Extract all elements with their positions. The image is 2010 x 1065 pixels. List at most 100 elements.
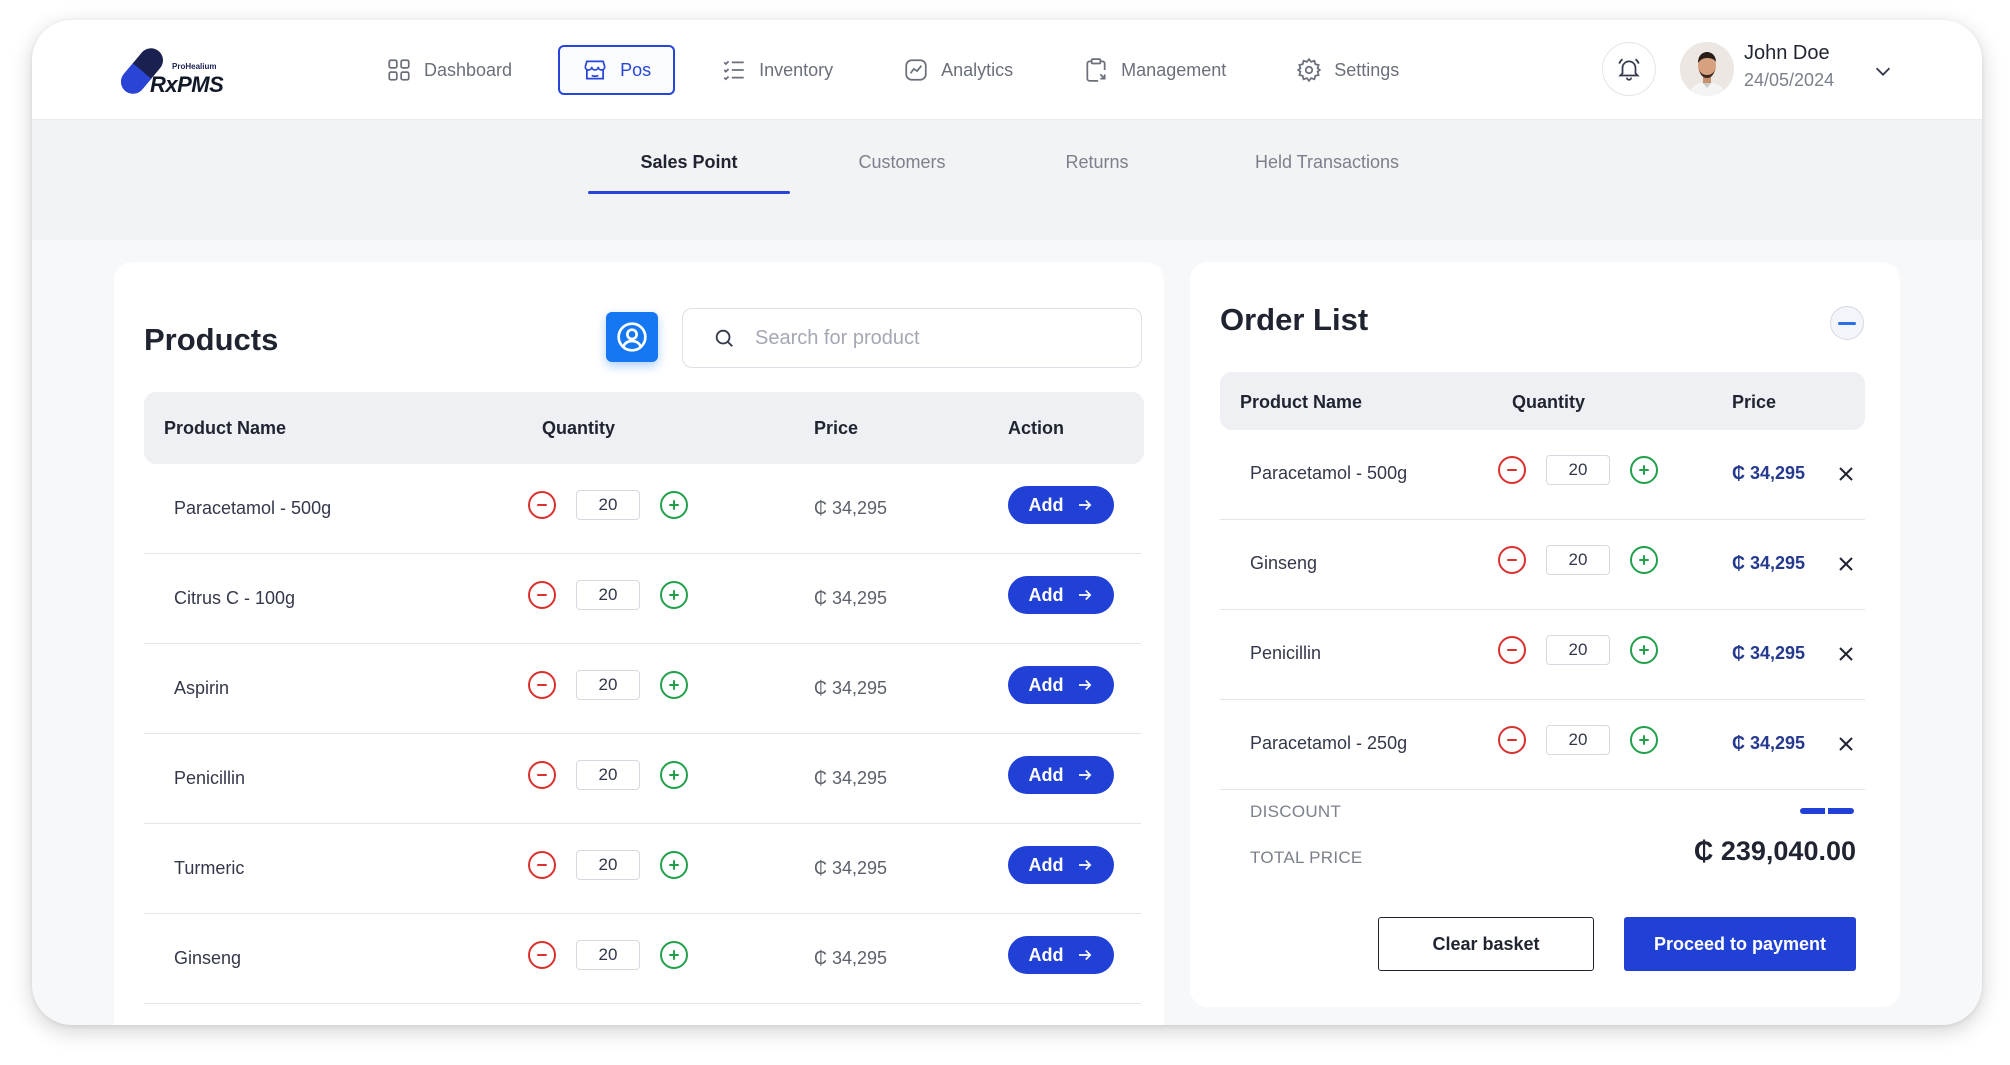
notifications-button[interactable] [1602, 42, 1656, 96]
brand-tagline: ProHealium [172, 62, 217, 71]
app-logo[interactable]: ProHealium RxPMS [112, 40, 232, 100]
decrease-quantity-button[interactable] [1498, 546, 1526, 574]
nav-settings[interactable]: Settings [1272, 45, 1423, 95]
quantity-stepper [1498, 635, 1658, 665]
increase-quantity-button[interactable] [660, 941, 688, 969]
product-price: ₵ 34,295 [814, 948, 888, 968]
add-button-label: Add [1028, 944, 1064, 965]
collapse-button[interactable] [1830, 306, 1864, 340]
quantity-input[interactable] [576, 760, 640, 790]
order-list-panel: Order List Product Name Quantity Price P… [1190, 262, 1900, 1007]
add-to-order-button[interactable]: Add [1008, 486, 1114, 524]
nav-dashboard[interactable]: Dashboard [362, 45, 536, 95]
arrow-right-icon [1078, 769, 1091, 781]
quantity-input[interactable] [576, 490, 640, 520]
product-price: ₵ 34,295 [814, 498, 888, 518]
increase-quantity-button[interactable] [660, 581, 688, 609]
column-header: Price [814, 418, 859, 438]
decrease-quantity-button[interactable] [528, 851, 556, 879]
decrease-quantity-button[interactable] [528, 671, 556, 699]
order-row: Ginseng ₵ 34,295 [1220, 520, 1865, 610]
close-icon[interactable] [1836, 554, 1856, 574]
decrease-quantity-button[interactable] [528, 941, 556, 969]
select-customer-button[interactable] [606, 312, 658, 362]
nav-pos[interactable]: Pos [558, 45, 676, 95]
decrease-quantity-button[interactable] [528, 761, 556, 789]
quantity-input[interactable] [576, 580, 640, 610]
decrease-quantity-button[interactable] [1498, 456, 1526, 484]
search-input[interactable] [755, 326, 1115, 350]
decrease-quantity-button[interactable] [1498, 636, 1526, 664]
increase-quantity-button[interactable] [660, 491, 688, 519]
decrease-quantity-button[interactable] [1498, 726, 1526, 754]
add-to-order-button[interactable]: Add [1008, 756, 1114, 794]
nav-management[interactable]: Management [1059, 45, 1250, 95]
nav-label: Inventory [759, 59, 834, 80]
increase-quantity-button[interactable] [660, 851, 688, 879]
arrow-right-icon [1078, 499, 1091, 511]
add-button-label: Add [1028, 674, 1064, 695]
nav-inventory[interactable]: Inventory [697, 45, 857, 95]
column-header: Price [1732, 392, 1777, 412]
order-product-name: Penicillin [1250, 643, 1322, 663]
decrease-quantity-button[interactable] [528, 581, 556, 609]
app-window: ProHealium RxPMS Dashboard Pos Inventory… [32, 20, 1982, 1025]
tab-label: Sales Point [640, 152, 738, 172]
add-to-order-button[interactable]: Add [1008, 666, 1114, 704]
increase-quantity-button[interactable] [660, 671, 688, 699]
nav-label: Dashboard [424, 59, 513, 80]
add-to-order-button[interactable]: Add [1008, 576, 1114, 614]
decrease-quantity-button[interactable] [528, 491, 556, 519]
total-price-label: TOTAL PRICE [1250, 848, 1363, 867]
column-header: Product Name [164, 418, 287, 438]
close-icon[interactable] [1836, 734, 1856, 754]
clear-basket-button[interactable]: Clear basket [1378, 917, 1594, 971]
add-button-label: Add [1028, 854, 1064, 875]
quantity-stepper [528, 670, 688, 700]
add-to-order-button[interactable]: Add [1008, 846, 1114, 884]
products-table-header: Product Name Quantity Price Action [144, 392, 1144, 464]
user-circle-icon [617, 322, 647, 352]
product-name: Aspirin [174, 678, 230, 698]
increase-quantity-button[interactable] [660, 761, 688, 789]
arrow-right-icon [1078, 679, 1091, 691]
tab-returns[interactable]: Returns [1022, 152, 1172, 194]
quantity-input[interactable] [576, 850, 640, 880]
quantity-input[interactable] [576, 940, 640, 970]
discount-toggle[interactable] [1800, 807, 1854, 815]
chevron-down-icon[interactable] [1872, 60, 1894, 82]
table-row: Penicillin ₵ 34,295 Add [144, 734, 1141, 824]
order-product-name: Paracetamol - 250g [1250, 733, 1408, 753]
add-to-order-button[interactable]: Add [1008, 936, 1114, 974]
quantity-stepper [528, 850, 688, 880]
tab-sales-point[interactable]: Sales Point [588, 152, 790, 194]
increase-quantity-button[interactable] [1630, 636, 1658, 664]
order-row: Paracetamol - 500g ₵ 34,295 [1220, 430, 1865, 520]
proceed-to-payment-button[interactable]: Proceed to payment [1624, 917, 1856, 971]
quantity-input[interactable] [1546, 725, 1610, 755]
close-icon[interactable] [1836, 644, 1856, 664]
close-icon[interactable] [1836, 464, 1856, 484]
nav-label: Settings [1334, 59, 1400, 80]
bell-icon [1618, 58, 1640, 81]
search-icon [715, 329, 733, 347]
increase-quantity-button[interactable] [1630, 546, 1658, 574]
sub-tab-bar: Sales Point Customers Returns Held Trans… [32, 120, 1982, 240]
table-row: Aspirin ₵ 34,295 Add [144, 644, 1141, 734]
quantity-input[interactable] [576, 670, 640, 700]
tab-customers[interactable]: Customers [812, 152, 992, 194]
add-button-label: Add [1028, 584, 1064, 605]
quantity-input[interactable] [1546, 455, 1610, 485]
quantity-input[interactable] [1546, 635, 1610, 665]
quantity-input[interactable] [1546, 545, 1610, 575]
current-date: 24/05/2024 [1744, 70, 1835, 90]
product-name: Turmeric [174, 858, 245, 878]
increase-quantity-button[interactable] [1630, 456, 1658, 484]
nav-analytics[interactable]: Analytics [879, 45, 1037, 95]
product-search[interactable] [682, 308, 1142, 368]
increase-quantity-button[interactable] [1630, 726, 1658, 754]
user-name: John Doe [1744, 42, 1830, 64]
arrow-right-icon [1078, 589, 1091, 601]
avatar[interactable] [1680, 42, 1734, 96]
tab-held-transactions[interactable]: Held Transactions [1202, 152, 1452, 194]
